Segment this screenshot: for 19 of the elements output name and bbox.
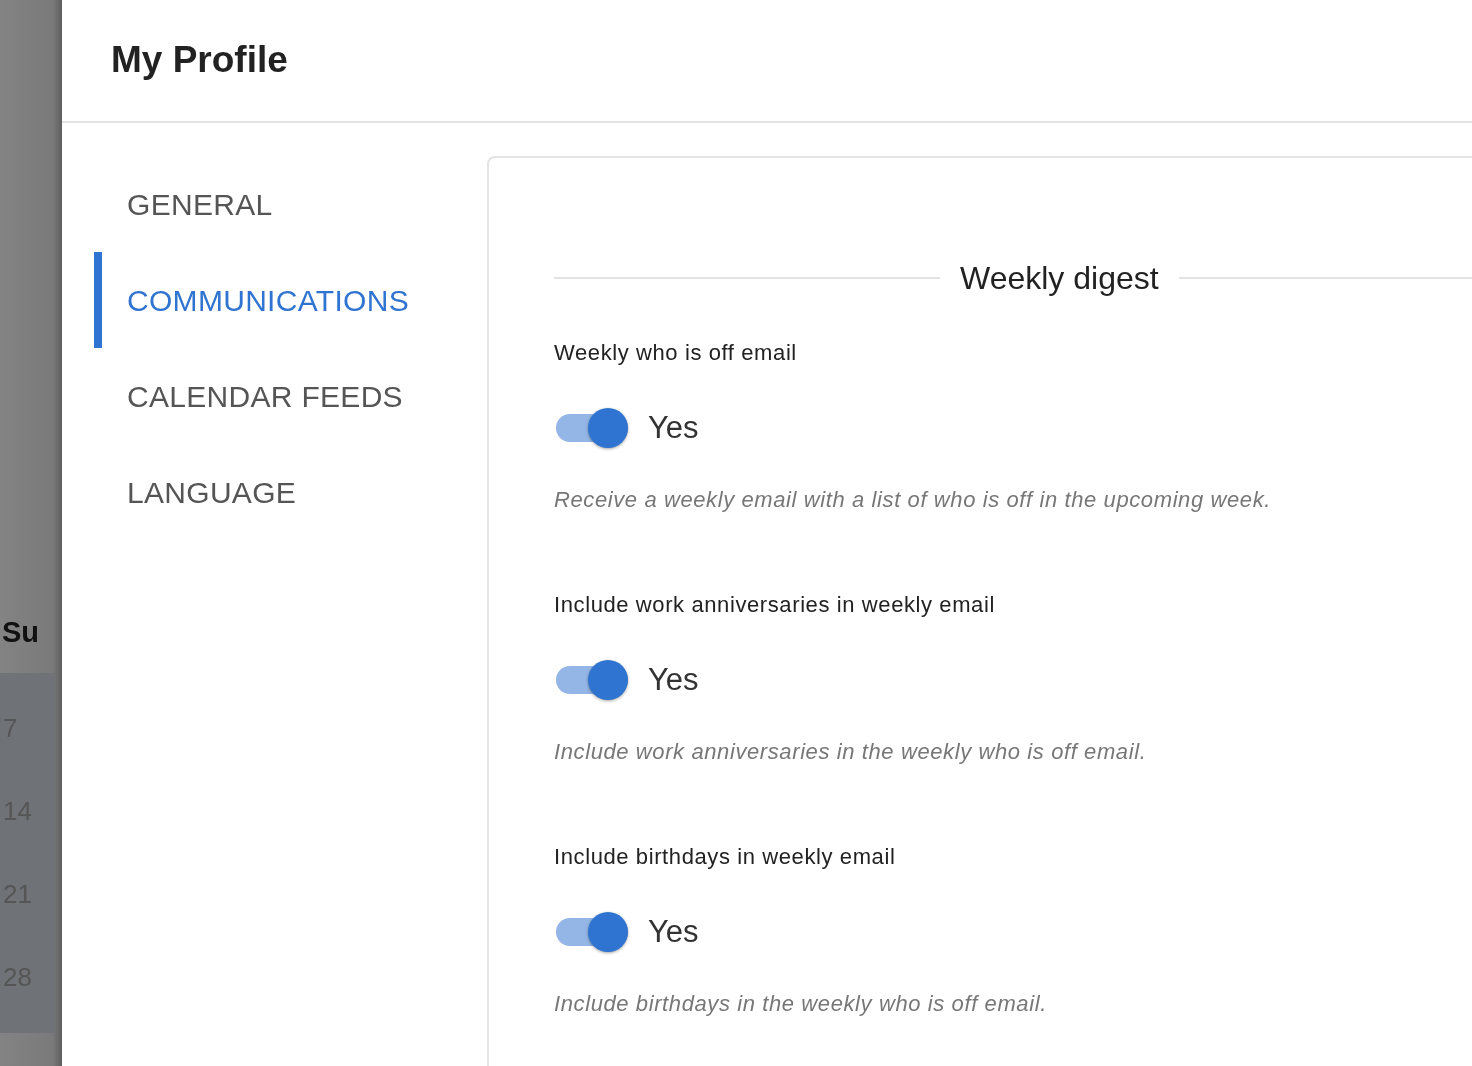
setting-description: Include work anniversaries in the weekly who is off email. [554, 738, 1148, 766]
setting-description: Include birthdays in the weekly who is off email. [554, 990, 1048, 1018]
weekday-header: Su [1, 615, 41, 650]
setting-label: Weekly who is off email [554, 339, 798, 367]
setting-label: Include work anniversaries in weekly email [554, 591, 996, 619]
toggle-switch[interactable] [554, 407, 630, 449]
nav-tab[interactable]: CALENDAR FEEDS [94, 348, 487, 444]
nav-tab[interactable]: GENERAL [94, 156, 487, 252]
page-title: My Profile [111, 38, 288, 83]
setting-label: Include birthdays in weekly email [554, 843, 897, 871]
nav-tab[interactable]: LANGUAGE [94, 444, 487, 540]
toggle-value: Yes [648, 912, 699, 951]
section-title: Weekly digest [959, 259, 1160, 298]
toggle-switch[interactable] [554, 659, 630, 701]
nav-tab[interactable]: COMMUNICATIONS [94, 252, 487, 348]
toggle-value: Yes [648, 408, 699, 447]
toggle-switch[interactable] [554, 911, 630, 953]
setting-description: Receive a weekly email with a list of who is off in the upcoming week. [554, 486, 1272, 514]
toggle-value: Yes [648, 660, 699, 699]
